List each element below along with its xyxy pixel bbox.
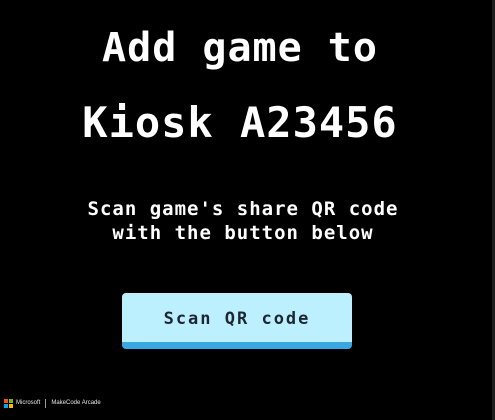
footer-branding: Microsoft MakeCode Arcade [4,397,101,409]
product-label: MakeCode Arcade [51,400,101,406]
kiosk-add-game-screen: Add game to Kiosk A23456 Scan game's sha… [0,0,495,420]
footer-divider [45,398,47,408]
microsoft-label: Microsoft [16,400,41,406]
page-title-line-1: Add game to [102,25,378,71]
instructions-text: Scan game's share QR code with the butto… [0,197,486,245]
instructions-line-1: Scan game's share QR code [87,198,399,220]
scan-qr-code-button[interactable]: Scan QR code [122,293,352,349]
page-title-line-2: Kiosk A23456 [82,98,398,147]
instructions-line-2: with the button below [112,222,374,244]
microsoft-logo-icon [4,398,13,408]
